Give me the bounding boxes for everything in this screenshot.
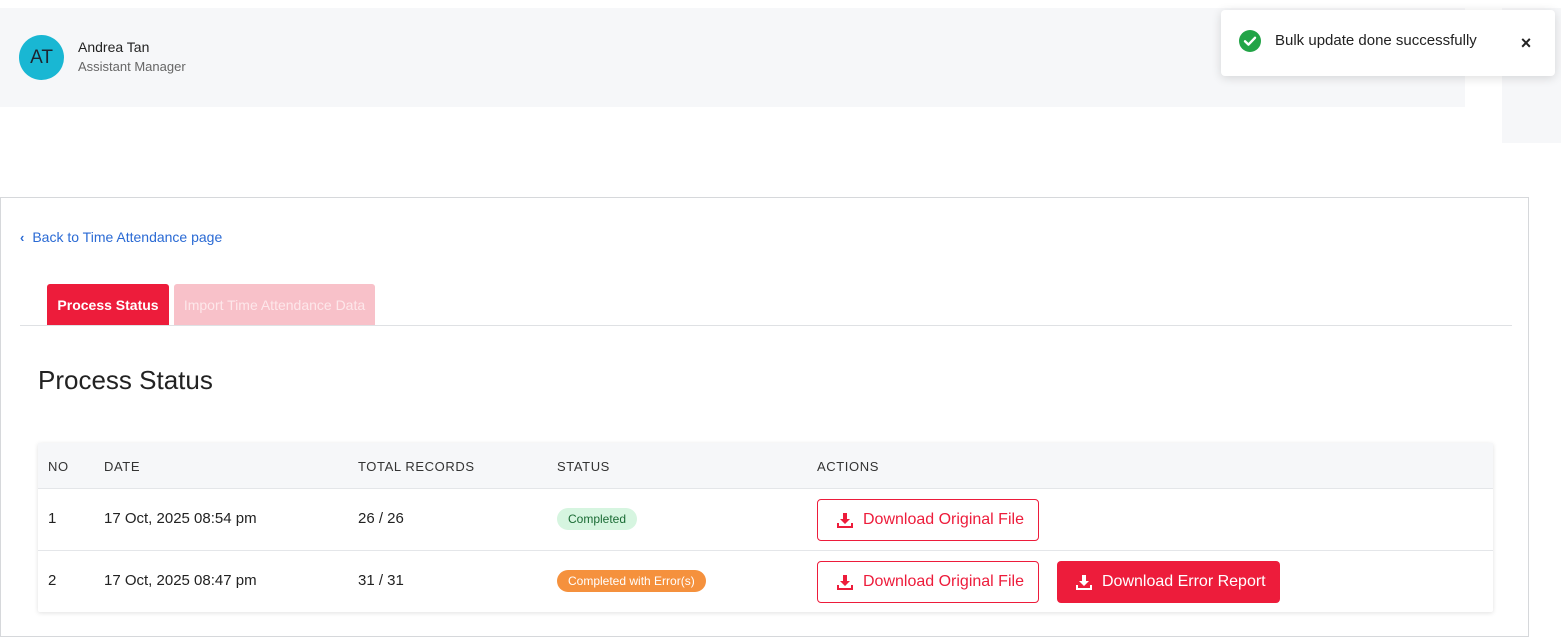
back-link[interactable]: ‹ Back to Time Attendance page <box>20 229 222 245</box>
button-label: Download Original File <box>863 511 1024 528</box>
download-icon <box>837 575 853 590</box>
table-row: 2 17 Oct, 2025 08:47 pm 31 / 31 Complete… <box>38 551 1493 613</box>
column-header-no: NO <box>48 459 69 474</box>
toast-message: Bulk update done successfully <box>1275 32 1477 49</box>
column-header-date: DATE <box>104 459 141 474</box>
row-date: 17 Oct, 2025 08:47 pm <box>104 572 257 589</box>
check-circle-icon <box>1239 30 1261 52</box>
user-role: Assistant Manager <box>78 59 186 74</box>
download-original-file-button[interactable]: Download Original File <box>817 561 1039 603</box>
row-no: 1 <box>48 510 57 527</box>
status-badge: Completed with Error(s) <box>557 570 706 592</box>
user-name: Andrea Tan <box>78 39 150 55</box>
row-no: 2 <box>48 572 57 589</box>
main-panel: ‹ Back to Time Attendance page Process S… <box>0 197 1529 637</box>
column-header-total-records: TOTAL RECORDS <box>358 459 475 474</box>
table-row: 1 17 Oct, 2025 08:54 pm 26 / 26 Complete… <box>38 489 1493 551</box>
download-original-file-button[interactable]: Download Original File <box>817 499 1039 541</box>
close-icon[interactable]: × <box>1517 34 1535 52</box>
column-header-status: STATUS <box>557 459 610 474</box>
button-label: Download Original File <box>863 573 1024 590</box>
tab-import-time-attendance-data[interactable]: Import Time Attendance Data <box>174 284 375 326</box>
process-status-table: NO DATE TOTAL RECORDS STATUS ACTIONS 1 1… <box>38 443 1493 612</box>
download-error-report-button[interactable]: Download Error Report <box>1057 561 1280 603</box>
tab-divider <box>20 325 1512 326</box>
page-title: Process Status <box>38 365 213 395</box>
column-header-actions: ACTIONS <box>817 459 879 474</box>
table-header: NO DATE TOTAL RECORDS STATUS ACTIONS <box>38 443 1493 489</box>
chevron-left-icon: ‹ <box>20 229 25 245</box>
success-toast: Bulk update done successfully × <box>1221 10 1555 76</box>
row-total-records: 26 / 26 <box>358 510 404 527</box>
row-date: 17 Oct, 2025 08:54 pm <box>104 510 257 527</box>
button-label: Download Error Report <box>1102 573 1266 590</box>
row-total-records: 31 / 31 <box>358 572 404 589</box>
download-icon <box>1076 575 1092 590</box>
download-icon <box>837 513 853 528</box>
avatar[interactable]: AT <box>19 35 64 80</box>
tab-process-status[interactable]: Process Status <box>47 284 169 326</box>
back-link-label: Back to Time Attendance page <box>32 229 223 245</box>
status-badge: Completed <box>557 508 638 530</box>
